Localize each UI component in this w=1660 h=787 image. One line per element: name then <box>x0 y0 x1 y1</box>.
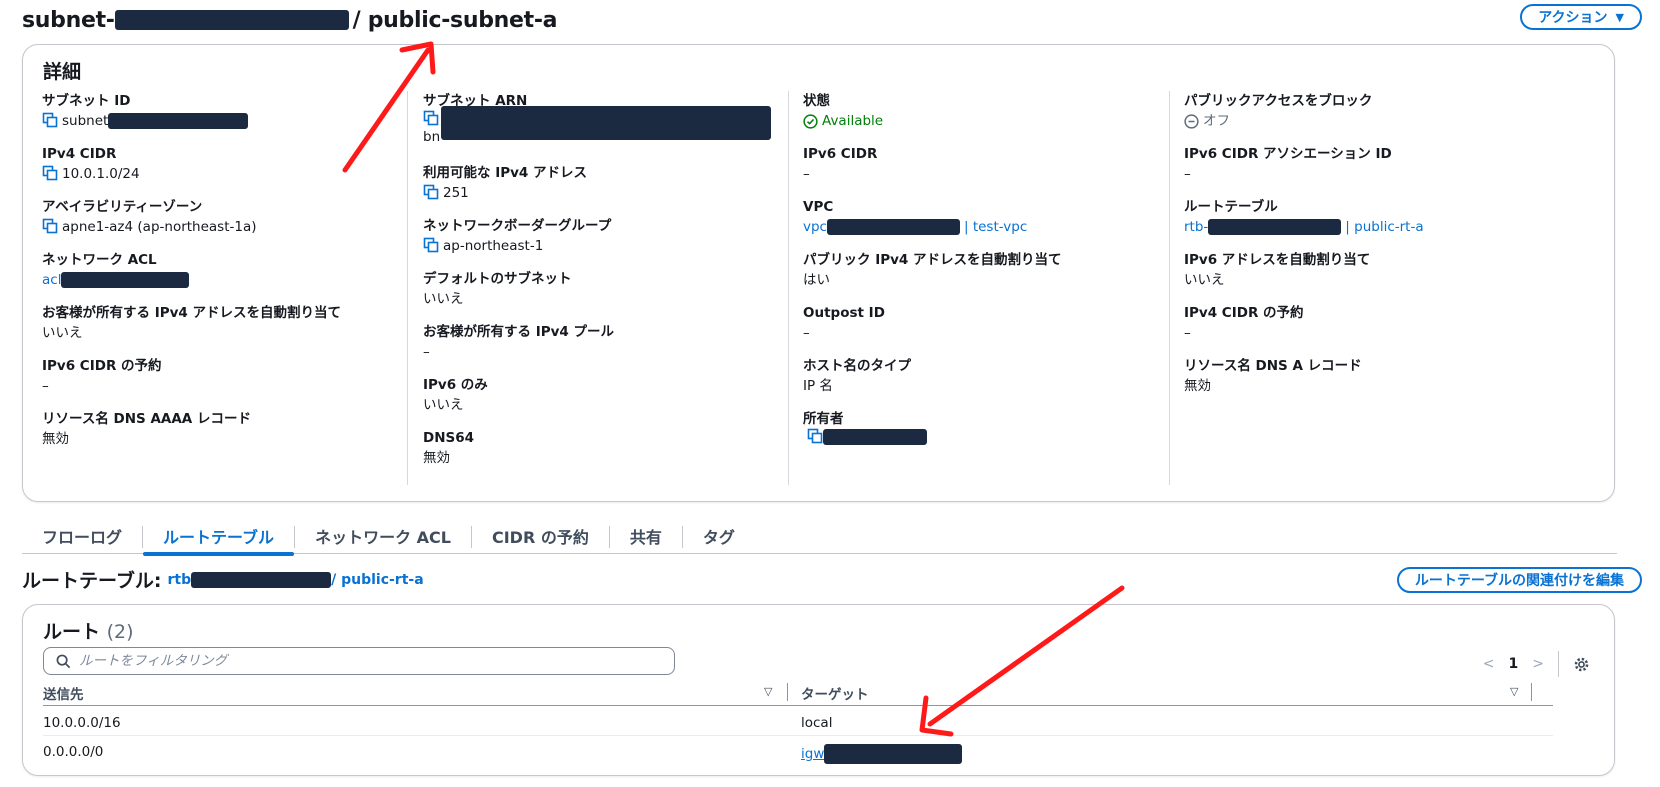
copy-icon[interactable] <box>807 428 823 444</box>
column-divider <box>788 91 789 485</box>
field-ipv6-association-id: IPv6 CIDR アソシエーション ID – <box>1184 146 1392 182</box>
redacted-owner-id <box>823 429 927 445</box>
pagination: < 1 > <box>1483 651 1590 677</box>
next-page-icon[interactable]: > <box>1532 656 1544 672</box>
field-available-ipv4: 利用可能な IPv4 アドレス 251 <box>423 165 588 201</box>
search-icon <box>56 654 71 668</box>
field-vpc: VPC vpc | test-vpc <box>803 199 1028 237</box>
details-title: 詳細 <box>43 61 82 83</box>
route-destination: 10.0.0.0/16 <box>43 715 121 731</box>
redacted-vpc-id <box>826 219 960 235</box>
field-network-acl: ネットワーク ACL acl <box>42 250 190 290</box>
tab-flow-logs[interactable]: フローログ <box>22 518 142 554</box>
column-header-target[interactable]: ターゲット <box>801 683 869 703</box>
title-prefix: subnet- <box>22 7 115 33</box>
status-stopped-icon <box>1184 113 1199 129</box>
sort-icon[interactable]: ▽ <box>1510 685 1518 698</box>
field-block-public-access: パブリックアクセスをブロック オフ <box>1184 93 1373 129</box>
row-divider <box>43 735 1553 736</box>
tab-sharing[interactable]: 共有 <box>610 518 682 554</box>
column-header-destination[interactable]: 送信先 <box>43 683 84 703</box>
field-availability-zone: アベイラビリティーゾーン apne1-az4 (ap-northeast-1a) <box>42 199 257 235</box>
field-subnet-arn: サブネット ARN bn <box>423 91 771 147</box>
field-customer-ipv4-pool: お客様が所有する IPv4 プール – <box>423 324 615 360</box>
tab-route-table[interactable]: ルートテーブル <box>143 518 295 556</box>
route-table-header: ルートテーブル: rtb / public-rt-a <box>22 566 424 593</box>
actions-label: アクション <box>1538 10 1608 26</box>
field-dns64: DNS64 無効 <box>423 430 475 466</box>
actions-button[interactable]: アクション ▼ <box>1520 4 1642 30</box>
field-auto-assign-customer-ipv4: お客様が所有する IPv4 アドレスを自動割り当て いいえ <box>42 305 342 341</box>
redacted-subnet-id <box>108 113 249 129</box>
route-filter-input[interactable] <box>79 653 639 669</box>
table-header-line <box>43 705 1553 706</box>
column-resizer[interactable] <box>787 683 788 701</box>
copy-icon[interactable] <box>42 112 58 128</box>
field-ipv4-cidr: IPv4 CIDR 10.0.1.0/24 <box>42 146 140 182</box>
settings-gear-icon[interactable] <box>1573 656 1590 673</box>
current-page[interactable]: 1 <box>1509 656 1519 672</box>
copy-icon[interactable] <box>423 184 439 200</box>
field-state: 状態 Available <box>803 93 884 129</box>
route-target: igw <box>801 744 963 764</box>
pager-separator <box>1558 651 1559 677</box>
vpc-link[interactable]: vpc <box>803 217 827 237</box>
field-default-subnet: デフォルトのサブネット いいえ <box>423 271 572 307</box>
routes-title: ルート (2) <box>43 621 134 643</box>
redacted-subnet-arn <box>441 106 771 140</box>
status-success-icon <box>803 113 818 129</box>
field-dns-a: リソース名 DNS A レコード 無効 <box>1184 358 1362 394</box>
column-divider <box>1169 91 1170 485</box>
redacted-route-table-id <box>191 571 332 588</box>
route-table-name-link[interactable]: | public-rt-a <box>1345 217 1423 237</box>
field-hostname-type: ホスト名のタイプ IP 名 <box>803 358 911 394</box>
redacted-igw-id <box>824 744 963 764</box>
redacted-subnet-id <box>114 10 349 30</box>
redacted-acl-id <box>61 272 190 288</box>
field-network-border-group: ネットワークボーダーグループ ap-northeast-1 <box>423 218 612 254</box>
details-panel: 詳細 サブネット ID subnet IPv4 CIDR 10.0.1.0/24… <box>22 44 1615 502</box>
field-subnet-id: サブネット ID subnet <box>42 91 249 131</box>
column-resizer[interactable] <box>1531 683 1532 701</box>
routes-panel: ルート (2) < 1 > 送信先 ▽ ターゲット ▽ 10.0.0.0/16 … <box>22 604 1615 776</box>
route-table-label: ルートテーブル: <box>22 570 162 592</box>
tab-network-acl[interactable]: ネットワーク ACL <box>295 518 471 554</box>
copy-icon[interactable] <box>423 237 439 253</box>
route-target: local <box>801 715 833 731</box>
sort-icon[interactable]: ▽ <box>764 685 772 698</box>
vpc-name-link[interactable]: | test-vpc <box>964 217 1027 237</box>
tab-cidr-reservations[interactable]: CIDR の予約 <box>472 518 609 554</box>
column-divider <box>407 91 408 485</box>
route-table-header-link[interactable]: rtb / public-rt-a <box>167 571 424 588</box>
tab-tags[interactable]: タグ <box>683 518 755 554</box>
redacted-route-table-id <box>1208 219 1342 235</box>
title-suffix: / public-subnet-a <box>352 7 558 33</box>
tab-bar: フローログ ルートテーブル ネットワーク ACL CIDR の予約 共有 タグ <box>22 518 1617 556</box>
route-filter[interactable] <box>43 647 675 675</box>
field-auto-assign-ipv6: IPv6 アドレスを自動割り当て いいえ <box>1184 252 1371 288</box>
caret-down-icon: ▼ <box>1615 10 1624 24</box>
field-auto-assign-public-ipv4: パブリック IPv4 アドレスを自動割り当て はい <box>803 252 1062 288</box>
network-acl-link[interactable]: acl <box>42 270 61 290</box>
internet-gateway-link[interactable]: igw <box>801 746 824 762</box>
route-table-link[interactable]: rtb- <box>1184 217 1208 237</box>
field-ipv4-cidr-reservation: IPv4 CIDR の予約 – <box>1184 305 1304 341</box>
prev-page-icon[interactable]: < <box>1483 656 1495 672</box>
field-route-table: ルートテーブル rtb- | public-rt-a <box>1184 199 1424 237</box>
field-outpost-id: Outpost ID – <box>803 305 885 341</box>
field-ipv6-only: IPv6 のみ いいえ <box>423 377 488 413</box>
field-ipv6-cidr: IPv6 CIDR – <box>803 146 878 182</box>
page-title: subnet- / public-subnet-a <box>22 4 558 36</box>
route-destination: 0.0.0.0/0 <box>43 744 104 760</box>
edit-route-table-association-button[interactable]: ルートテーブルの関連付けを編集 <box>1396 567 1642 593</box>
copy-icon[interactable] <box>423 110 439 126</box>
field-dns-aaaa: リソース名 DNS AAAA レコード 無効 <box>42 411 251 447</box>
field-ipv6-cidr-reservation: IPv6 CIDR の予約 – <box>42 358 162 394</box>
copy-icon[interactable] <box>42 165 58 181</box>
field-owner: 所有者 <box>803 409 927 445</box>
copy-icon[interactable] <box>42 218 58 234</box>
routes-count: (2) <box>106 621 134 643</box>
